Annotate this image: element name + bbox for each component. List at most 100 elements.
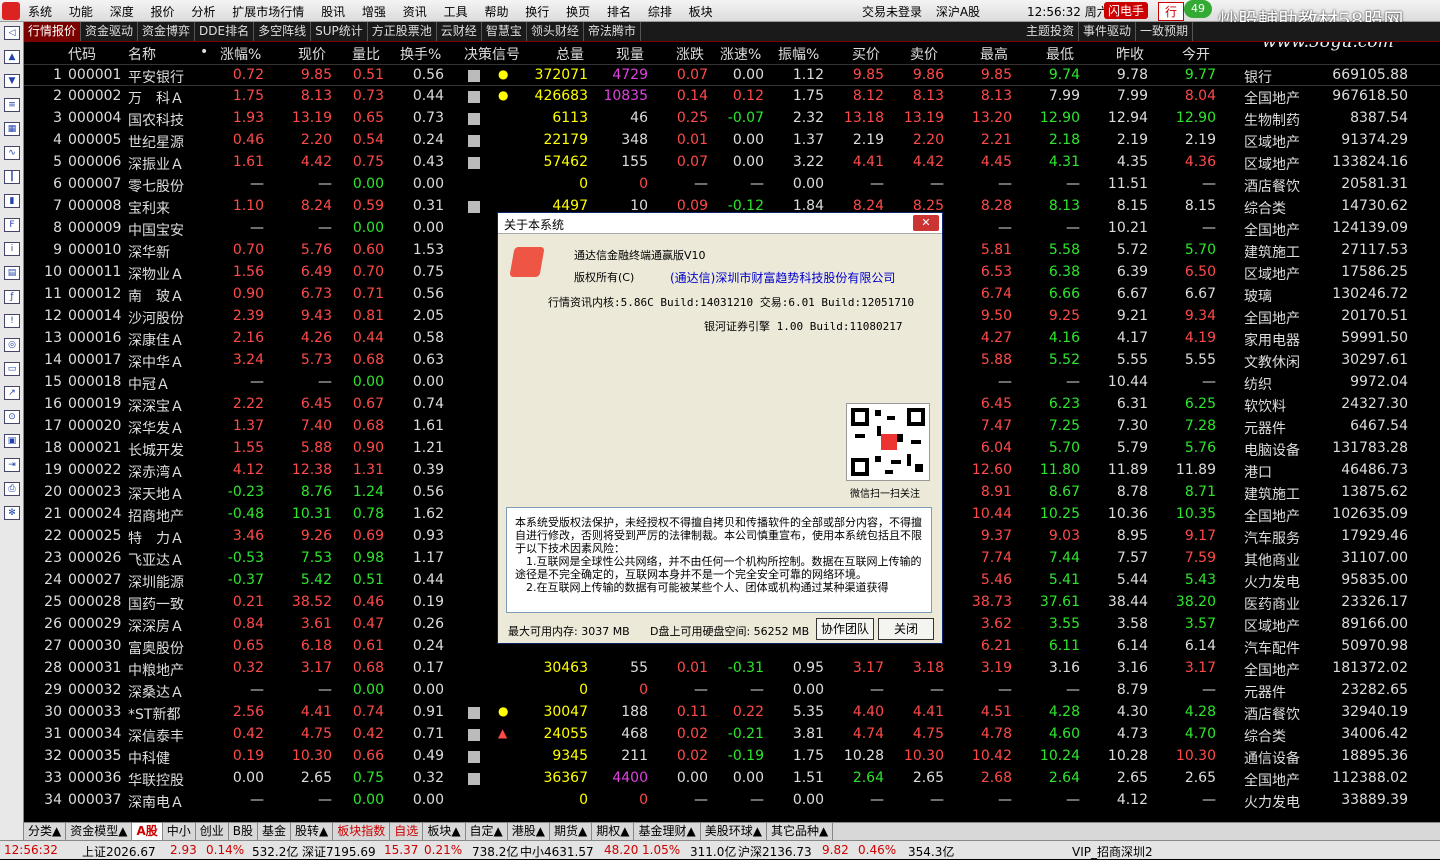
menu-composite[interactable]: 综排	[648, 3, 672, 20]
col-amplitude[interactable]: 振幅%	[778, 44, 819, 64]
table-row[interactable]: 32 000035 中科健 0.19 10.30 0.66 0.49 9345 211 0.02 -…	[24, 746, 1440, 768]
col-signal[interactable]: 决策信号	[464, 44, 520, 64]
tab-dive-market[interactable]: 帝法腾市	[584, 22, 641, 41]
tab-cloud-finance[interactable]: 云财经	[437, 22, 482, 41]
menu-info[interactable]: 资讯	[403, 3, 427, 20]
back-icon[interactable]: ◁	[4, 26, 20, 40]
table-row[interactable]: 6 000007 零七股份 — — 0.00 0.00 0 0 — — 0.00 — — — — 11.51 — 酒…	[24, 174, 1440, 196]
col-volume-ratio[interactable]: 量比	[352, 44, 380, 64]
col-up-down[interactable]: 涨跌	[676, 44, 704, 64]
btab-fund[interactable]: 基金	[258, 823, 292, 840]
up-icon[interactable]: ▲	[4, 50, 20, 64]
col-total-volume[interactable]: 总量	[556, 44, 584, 64]
btab-chinext[interactable]: 创业	[196, 823, 229, 840]
menu-function[interactable]: 功能	[69, 3, 93, 20]
btab-us-global[interactable]: 美股环球▲	[701, 823, 767, 840]
warning-icon[interactable]: !	[4, 314, 20, 328]
status-sh-index[interactable]: 上证2026.67	[82, 843, 156, 860]
btab-b-share[interactable]: B股	[229, 823, 259, 840]
menu-sector[interactable]: 板块	[689, 3, 713, 20]
menu-analysis[interactable]: 分析	[191, 3, 215, 20]
table-row[interactable]: 30 000033 *ST新都 2.56 4.41 0.74 0.91 30047 188 0.1…	[24, 702, 1440, 724]
tab-smart-treasure[interactable]: 智慧宝	[482, 22, 527, 41]
col-code[interactable]: 代码	[68, 44, 96, 64]
login-status[interactable]: 交易未登录	[862, 5, 922, 19]
team-button[interactable]: 协作团队	[816, 618, 874, 640]
btab-futures[interactable]: 期货▲	[550, 823, 593, 840]
menu-page[interactable]: 换页	[566, 3, 590, 20]
btab-other[interactable]: 其它品种▲	[767, 823, 834, 840]
formula-icon[interactable]: ƒ	[4, 290, 20, 304]
menu-system[interactable]: 系统	[28, 3, 52, 20]
btab-category[interactable]: 分类▲	[24, 823, 67, 840]
table-row[interactable]: 5 000006 深振业Ａ 1.61 4.42 0.75 0.43 57462 155 0.07 0…	[24, 152, 1440, 174]
menu-quote[interactable]: 报价	[151, 3, 175, 20]
down-icon[interactable]: ▼	[4, 74, 20, 88]
tab-founder-pool[interactable]: 方正股票池	[368, 22, 437, 41]
info-icon[interactable]: i	[4, 242, 20, 256]
license-textbox[interactable]: 本系统受版权法保护，未经授权不得擅自拷贝和传播软件的全部或部分内容，不得擅自进行…	[506, 507, 932, 613]
trend-icon[interactable]: ↗	[4, 386, 20, 400]
settings-icon[interactable]: ✻	[4, 506, 20, 520]
table-row[interactable]: 1 000001 平安银行 0.72 9.85 0.51 0.56 372071 4729 0.0…	[24, 64, 1440, 86]
bar-chart-icon[interactable]: ▮	[4, 194, 20, 208]
globe-icon[interactable]: ◎	[4, 338, 20, 352]
copyright-owner-link[interactable]: (通达信)深圳市财富趋势科技股份有限公司	[670, 269, 895, 286]
menu-help[interactable]: 帮助	[484, 3, 508, 20]
report-icon[interactable]: ≡	[4, 98, 20, 112]
print-icon[interactable]: ⎙	[4, 482, 20, 496]
status-sme-index[interactable]: 中小4631.57	[520, 843, 594, 860]
target-icon[interactable]: ⊙	[4, 410, 20, 424]
tab-long-short[interactable]: 多空阵线	[254, 22, 312, 41]
btab-sector-index[interactable]: 板块指数	[333, 823, 391, 840]
table-row[interactable]: 31 000034 深信泰丰 0.42 4.75 0.42 0.71 24055 468 0.02…	[24, 724, 1440, 746]
btab-sme[interactable]: 中小	[163, 823, 196, 840]
col-change-pct[interactable]: 涨幅%	[220, 44, 261, 64]
close-button[interactable]: 关闭	[878, 618, 934, 640]
status-hs-index[interactable]: 沪深2136.73	[738, 843, 812, 860]
btab-share-transfer[interactable]: 股转▲	[291, 823, 334, 840]
tab-theme-invest[interactable]: 主题投资	[1022, 22, 1080, 41]
col-price[interactable]: 现价	[298, 44, 326, 64]
tab-sup-stats[interactable]: SUP统计	[311, 22, 368, 41]
quote-tab[interactable]: 行	[1158, 2, 1185, 21]
market-selector[interactable]: 深沪A股	[936, 5, 980, 19]
btab-options[interactable]: 期权▲	[592, 823, 635, 840]
btab-sector[interactable]: 板块▲	[423, 823, 466, 840]
menu-line[interactable]: 换行	[525, 3, 549, 20]
f10-icon[interactable]: F	[4, 218, 20, 232]
col-bid[interactable]: 买价	[852, 44, 880, 64]
notification-badge[interactable]: 49	[1184, 0, 1212, 18]
col-speed[interactable]: 涨速%	[720, 44, 761, 64]
menu-tools[interactable]: 工具	[444, 3, 468, 20]
document-icon[interactable]: ▤	[4, 266, 20, 280]
btab-hk[interactable]: 港股▲	[508, 823, 551, 840]
table-row[interactable]: 28 000031 中粮地产 0.32 3.17 0.68 0.17 30463 55 0.01 -…	[24, 658, 1440, 680]
menu-rank[interactable]: 排名	[607, 3, 631, 20]
status-sz-index[interactable]: 深证7195.69	[302, 843, 376, 860]
menu-enhance[interactable]: 增强	[362, 3, 386, 20]
tab-event-drive[interactable]: 事件驱动	[1079, 22, 1137, 41]
tab-consensus[interactable]: 一致预期	[1136, 22, 1194, 41]
flash-trade-button[interactable]: 闪电手	[1104, 2, 1149, 19]
table-row[interactable]: 34 000037 深南电Ａ — — 0.00 0.00 0 0 — — 0.00 — — — — 4.12 — 火…	[24, 790, 1440, 812]
table-row[interactable]: 4 000005 世纪星源 0.46 2.20 0.54 0.24 22179 348 0.01 0…	[24, 130, 1440, 152]
col-current-volume[interactable]: 现量	[616, 44, 644, 64]
menu-extended-market[interactable]: 扩展市场行情	[232, 3, 304, 20]
col-high[interactable]: 最高	[980, 44, 1008, 64]
menu-depth[interactable]: 深度	[110, 3, 134, 20]
menu-news[interactable]: 股讯	[321, 3, 345, 20]
grid-icon[interactable]: ▦	[4, 122, 20, 136]
table-row[interactable]: 2 000002 万 科Ａ 1.75 8.13 0.73 0.44 426683 10835 0.…	[24, 86, 1440, 108]
table-row[interactable]: 29 000032 深桑达Ａ — — 0.00 0.00 0 0 — — 0.00 — — — — 8.79 — 元…	[24, 680, 1440, 702]
tab-fund-game[interactable]: 资金博弈	[138, 22, 196, 41]
btab-watchlist[interactable]: 自选	[390, 823, 424, 840]
export-icon[interactable]: ⇥	[4, 458, 20, 472]
table-row[interactable]: 3 000004 国农科技 1.93 13.19 0.65 0.73 6113 46 0.25 -0…	[24, 108, 1440, 130]
btab-wealth[interactable]: 基金理财▲	[634, 823, 701, 840]
col-low[interactable]: 最低	[1046, 44, 1074, 64]
btab-fund-model[interactable]: 资金模型▲	[66, 823, 133, 840]
btab-custom[interactable]: 自定▲	[466, 823, 508, 840]
kline-icon[interactable]: ┃	[4, 170, 20, 184]
col-turnover[interactable]: 换手%	[400, 44, 441, 64]
